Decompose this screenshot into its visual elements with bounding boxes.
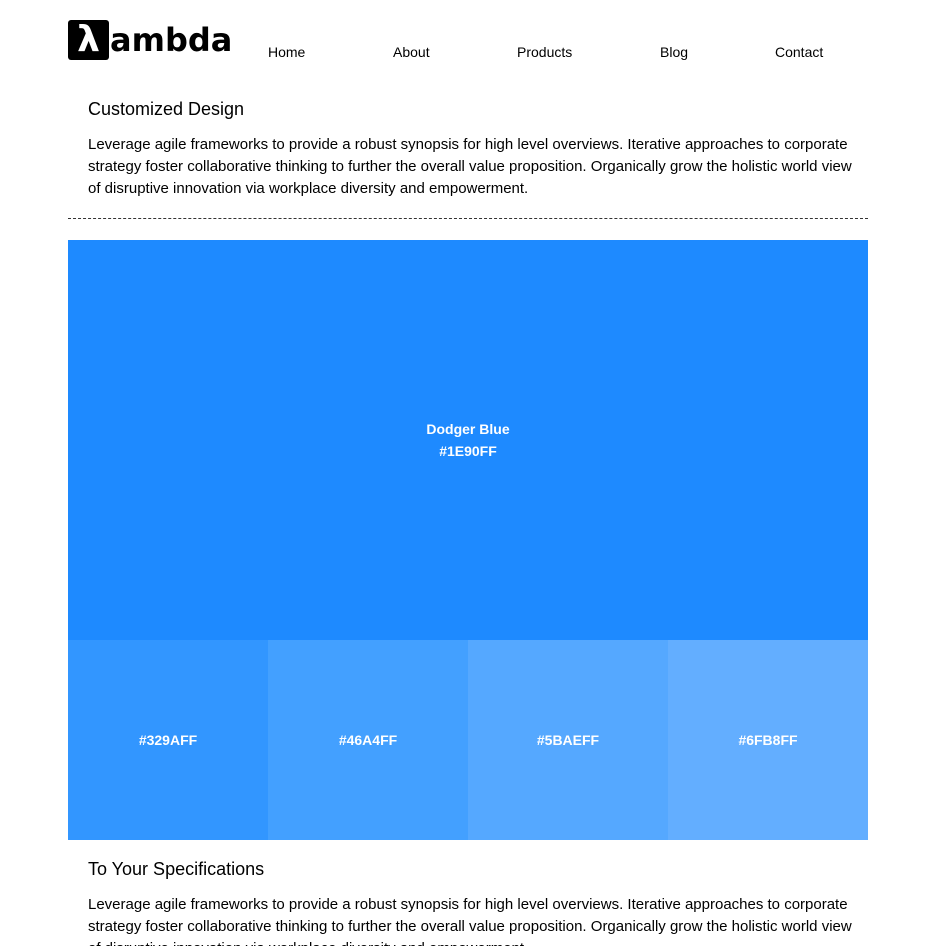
section-title: Customized Design (88, 99, 245, 119)
section-customized-design: Customized Design Leverage agile framewo… (88, 98, 858, 200)
swatch-hex: #6FB8FF (738, 732, 798, 748)
nav-link-contact[interactable]: Contact (775, 44, 823, 60)
swatch-main: Dodger Blue #1E90FF (68, 240, 868, 640)
swatch-shade-2: #46A4FF (268, 640, 468, 840)
dashed-divider (68, 218, 868, 219)
swatch-shade-1: #329AFF (68, 640, 268, 840)
page: λ ambda Home About Products Blog Contact… (0, 0, 946, 946)
swatch-main-name: Dodger Blue (426, 421, 510, 437)
swatch-shade-4: #6FB8FF (668, 640, 868, 840)
nav-link-about[interactable]: About (393, 44, 430, 60)
section-body: Leverage agile frameworks to provide a r… (88, 896, 852, 946)
nav-link-blog[interactable]: Blog (660, 44, 688, 60)
section-body: Leverage agile frameworks to provide a r… (88, 136, 852, 197)
site-header: λ ambda Home About Products Blog Contact (68, 20, 868, 66)
swatch-main-hex: #1E90FF (439, 443, 497, 459)
nav-link-products[interactable]: Products (517, 44, 572, 60)
swatch-shade-3: #5BAEFF (468, 640, 668, 840)
swatch-hex: #329AFF (138, 732, 198, 748)
swatch-hex: #46A4FF (338, 732, 398, 748)
swatch-hex: #5BAEFF (536, 732, 600, 748)
section-title: To Your Specifications (88, 859, 265, 879)
swatch-row: #329AFF #46A4FF #5BAEFF #6FB8FF (68, 640, 868, 840)
nav-link-home[interactable]: Home (268, 44, 305, 60)
color-palette: Dodger Blue #1E90FF #329AFF #46A4FF #5BA… (68, 240, 868, 840)
section-to-your-specifications: To Your Specifications Leverage agile fr… (88, 858, 858, 946)
main-nav: Home About Products Blog Contact (68, 44, 868, 64)
